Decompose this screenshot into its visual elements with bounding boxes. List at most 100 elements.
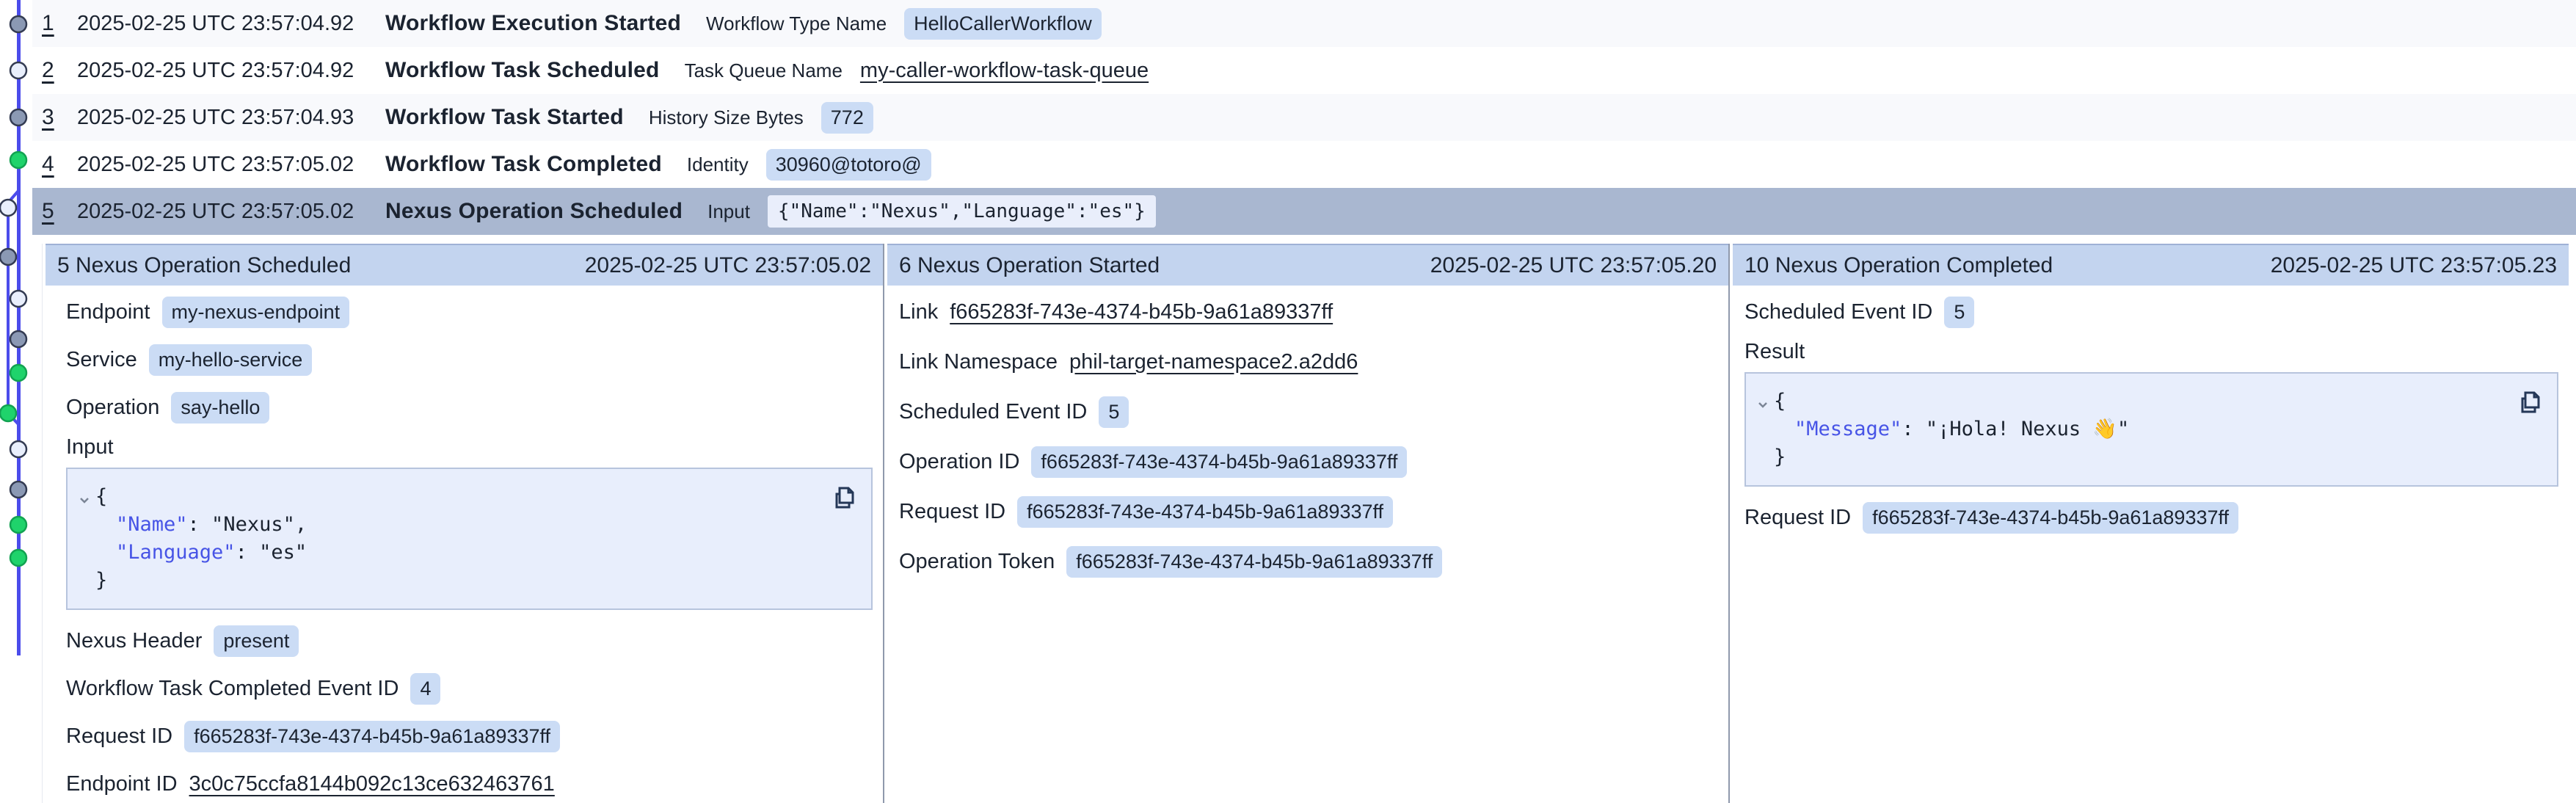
event-timestamp: 2025-02-25 UTC 23:57:05.02 <box>77 153 385 177</box>
event-id-link[interactable]: 3 <box>42 105 77 130</box>
event-marker <box>0 249 16 265</box>
field-label: Link <box>899 300 938 324</box>
event-row-5-selected[interactable]: 5 2025-02-25 UTC 23:57:05.02 Nexus Opera… <box>32 188 2576 235</box>
event-row-2[interactable]: 2 2025-02-25 UTC 23:57:04.92 Workflow Ta… <box>32 47 2576 94</box>
temporal-event-history: 1 2025-02-25 UTC 23:57:04.92 Workflow Ex… <box>0 0 2576 803</box>
panel-timestamp: 2025-02-25 UTC 23:57:05.20 <box>1430 253 1717 278</box>
code-line: } <box>79 567 859 595</box>
event-row-1[interactable]: 1 2025-02-25 UTC 23:57:04.92 Workflow Ex… <box>32 0 2576 47</box>
field-label: Operation Token <box>899 550 1055 574</box>
panel-body: Link f665283f-743e-4374-b45b-9a61a89337f… <box>887 286 1728 576</box>
event-marker <box>10 291 26 307</box>
event-input-chip: {"Name":"Nexus","Language":"es"} <box>768 195 1156 228</box>
json-punct: } <box>95 569 107 592</box>
field-label: Service <box>66 348 137 372</box>
chevron-down-icon[interactable] <box>76 488 94 506</box>
event-timeline-graph <box>0 0 42 803</box>
code-line: "Message": "¡Hola! Nexus 👋" <box>1758 415 2545 443</box>
event-list: 1 2025-02-25 UTC 23:57:04.92 Workflow Ex… <box>32 0 2576 235</box>
event-name: Nexus Operation Scheduled <box>385 199 683 224</box>
panel-divider <box>1728 244 1730 803</box>
json-value: : "es" <box>236 541 308 564</box>
event-timestamp: 2025-02-25 UTC 23:57:04.92 <box>77 12 385 36</box>
field-endpoint-id: Endpoint ID 3c0c75ccfa8144b092c13ce63246… <box>66 769 873 799</box>
field-label: Operation <box>66 396 159 420</box>
event-timestamp: 2025-02-25 UTC 23:57:04.92 <box>77 59 385 83</box>
field-label: Nexus Header <box>66 629 202 653</box>
event-marker-1[interactable] <box>10 16 26 32</box>
panel-nexus-operation-completed: 10 Nexus Operation Completed 2025-02-25 … <box>1733 244 2569 803</box>
panel-header[interactable]: 5 Nexus Operation Scheduled 2025-02-25 U… <box>46 244 883 286</box>
event-marker-4[interactable] <box>10 152 26 168</box>
event-row-4[interactable]: 4 2025-02-25 UTC 23:57:05.02 Workflow Ta… <box>32 141 2576 188</box>
event-attr-label: Identity <box>687 153 749 176</box>
field-label: Link Namespace <box>899 350 1058 374</box>
code-line: { <box>1758 388 2545 415</box>
json-punct: { <box>1774 390 1786 413</box>
json-viewer-result: { "Message": "¡Hola! Nexus 👋" } <box>1744 372 2558 487</box>
field-request-id: Request ID f665283f-743e-4374-b45b-9a61a… <box>1744 503 2558 532</box>
event-attr-label: Workflow Type Name <box>706 12 887 35</box>
field-link: Link f665283f-743e-4374-b45b-9a61a89337f… <box>899 297 1718 327</box>
field-value-badge: f665283f-743e-4374-b45b-9a61a89337ff <box>1017 496 1393 528</box>
task-queue-link[interactable]: my-caller-workflow-task-queue <box>860 59 1149 83</box>
event-detail-section: 5 Nexus Operation Scheduled 2025-02-25 U… <box>0 244 2576 803</box>
event-name: Workflow Task Completed <box>385 152 662 177</box>
field-scheduled-event-id: Scheduled Event ID 5 <box>899 397 1718 426</box>
event-marker <box>10 441 26 457</box>
field-workflow-task-completed-event-id: Workflow Task Completed Event ID 4 <box>66 674 873 703</box>
chevron-down-icon[interactable] <box>1755 393 1772 410</box>
event-attr-label: History Size Bytes <box>649 106 804 129</box>
panel-header[interactable]: 10 Nexus Operation Completed 2025-02-25 … <box>1733 244 2569 286</box>
field-request-id: Request ID f665283f-743e-4374-b45b-9a61a… <box>899 497 1718 526</box>
event-id-link[interactable]: 1 <box>42 11 77 36</box>
event-marker-5[interactable] <box>0 200 16 216</box>
panel-divider <box>883 244 884 803</box>
event-marker-2[interactable] <box>10 62 26 79</box>
field-label: Operation ID <box>899 450 1019 474</box>
field-label: Endpoint <box>66 300 150 324</box>
event-id-link[interactable]: 5 <box>42 199 77 224</box>
field-value-badge: 5 <box>1944 297 1974 328</box>
field-link-namespace: Link Namespace phil-target-namespace2.a2… <box>899 347 1718 377</box>
field-scheduled-event-id: Scheduled Event ID 5 <box>1744 297 2558 327</box>
event-attr-value-badge: 30960@totoro@ <box>766 149 931 181</box>
result-label: Result <box>1744 340 2558 365</box>
field-operation-id: Operation ID f665283f-743e-4374-b45b-9a6… <box>899 447 1718 476</box>
event-name: Workflow Task Started <box>385 105 624 130</box>
gutter-border <box>42 244 43 803</box>
panel-nexus-operation-started: 6 Nexus Operation Started 2025-02-25 UTC… <box>887 244 1728 803</box>
panel-header[interactable]: 6 Nexus Operation Started 2025-02-25 UTC… <box>887 244 1728 286</box>
field-nexus-header: Nexus Header present <box>66 626 873 655</box>
json-punct: { <box>95 485 107 508</box>
json-value: : "¡Hola! Nexus 👋" <box>1902 418 2129 440</box>
field-value-badge: my-nexus-endpoint <box>162 297 350 328</box>
event-attr-value-badge: HelloCallerWorkflow <box>904 8 1102 40</box>
input-label: Input <box>66 435 873 460</box>
json-viewer-input: { "Name": "Nexus", "Language": "es" } <box>66 468 873 610</box>
field-label: Request ID <box>899 500 1005 524</box>
event-attr-label: Task Queue Name <box>685 59 843 82</box>
field-operation: Operation say-hello <box>66 393 873 422</box>
event-row-3[interactable]: 3 2025-02-25 UTC 23:57:04.93 Workflow Ta… <box>32 94 2576 141</box>
json-punct: } <box>1774 446 1786 468</box>
json-key: "Message" <box>1794 418 1902 440</box>
event-timestamp: 2025-02-25 UTC 23:57:05.02 <box>77 200 385 224</box>
field-value-badge: my-hello-service <box>149 344 313 376</box>
endpoint-id-link[interactable]: 3c0c75ccfa8144b092c13ce632463761 <box>189 772 555 796</box>
event-marker <box>10 365 26 381</box>
event-marker-3[interactable] <box>10 109 26 126</box>
panel-title: 6 Nexus Operation Started <box>899 253 1160 278</box>
event-id-link[interactable]: 2 <box>42 58 77 83</box>
code-line: { <box>79 483 859 511</box>
field-label: Scheduled Event ID <box>1744 300 1932 324</box>
event-attr-label: Input <box>707 200 750 223</box>
field-label: Request ID <box>66 724 172 749</box>
link-value[interactable]: f665283f-743e-4374-b45b-9a61a89337ff <box>950 300 1333 324</box>
event-marker <box>10 550 26 566</box>
link-namespace-value[interactable]: phil-target-namespace2.a2dd6 <box>1069 350 1358 374</box>
json-key: "Language" <box>116 541 236 564</box>
event-id-link[interactable]: 4 <box>42 152 77 177</box>
field-label: Endpoint ID <box>66 772 178 796</box>
event-marker <box>10 482 26 498</box>
